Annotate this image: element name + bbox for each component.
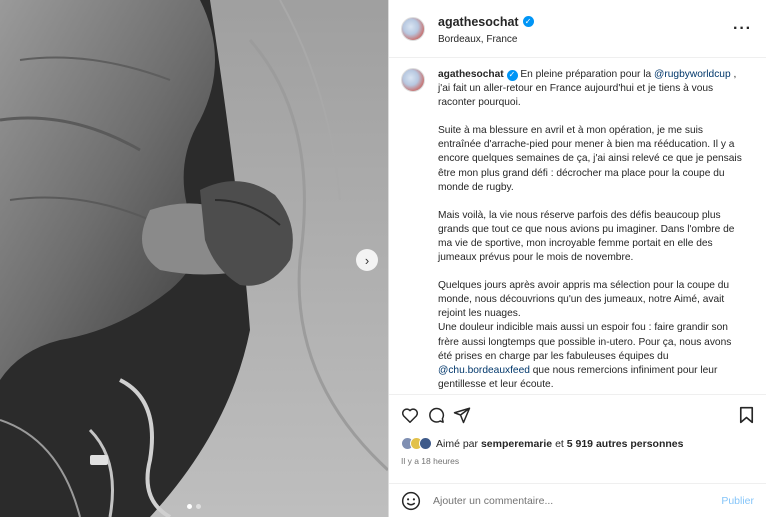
instagram-post-modal: › agathesochat ✓ Bordeaux, France ··· ag… xyxy=(0,0,766,517)
likes-connector: et xyxy=(552,437,567,450)
likes-prefix: Aimé par xyxy=(436,437,481,450)
header-username[interactable]: agathesochat ✓ xyxy=(438,15,534,29)
header-text: agathesochat ✓ Bordeaux, France xyxy=(438,13,733,45)
caption-text: Une douleur indicible mais aussi un espo… xyxy=(438,322,732,362)
comments-area: agathesochat ✓ En pleine préparation pou… xyxy=(389,58,766,394)
caption-paragraph: agathesochat ✓ En pleine préparation pou… xyxy=(438,68,743,110)
avatar[interactable] xyxy=(401,68,425,92)
avatar[interactable] xyxy=(401,16,425,41)
caption-paragraph: Quelques jours après avoir appris ma sél… xyxy=(438,279,743,392)
liker-username[interactable]: semperemarie xyxy=(481,438,552,450)
post-header: agathesochat ✓ Bordeaux, France ··· xyxy=(389,0,766,58)
caption-paragraph: Mais voilà, la vie nous réserve parfois … xyxy=(438,209,735,264)
caption-username[interactable]: agathesochat xyxy=(438,69,504,80)
avatar xyxy=(419,437,432,450)
emoji-icon[interactable] xyxy=(401,491,421,511)
comment-input[interactable] xyxy=(433,494,722,507)
caption-text: Quelques jours après avoir appris ma sél… xyxy=(438,280,730,320)
likes-summary: Aimé par semperemarie et 5 919 autres pe… xyxy=(401,437,754,450)
mention-link[interactable]: @chu.bordeauxfeed xyxy=(438,365,530,376)
post-side-panel: agathesochat ✓ Bordeaux, France ··· agat… xyxy=(388,0,766,517)
action-icons xyxy=(401,403,754,427)
post-timestamp[interactable]: Il y a 18 heures xyxy=(401,456,754,466)
verified-badge-icon: ✓ xyxy=(506,69,518,81)
post-photo[interactable]: › xyxy=(0,0,388,517)
next-photo-button[interactable]: › xyxy=(356,249,378,271)
publish-button[interactable]: Publier xyxy=(721,495,754,507)
likes-count[interactable]: 5 919 autres personnes xyxy=(567,438,684,450)
likes-text[interactable]: Aimé par semperemarie et 5 919 autres pe… xyxy=(436,438,683,450)
comment-icon[interactable] xyxy=(427,404,453,426)
verified-badge-icon: ✓ xyxy=(522,16,534,27)
caption-paragraph: Suite à ma blessure en avril et à mon op… xyxy=(438,125,742,193)
bookmark-icon[interactable] xyxy=(728,404,754,426)
caption-row: agathesochat ✓ En pleine préparation pou… xyxy=(401,68,752,394)
chevron-right-icon: › xyxy=(364,252,370,268)
username-text[interactable]: agathesochat xyxy=(438,15,519,29)
carousel-indicator xyxy=(0,504,388,509)
caption-text: En pleine préparation pour la xyxy=(520,69,655,80)
post-location[interactable]: Bordeaux, France xyxy=(438,34,733,45)
carousel-dot xyxy=(196,504,201,509)
photo-image xyxy=(0,0,388,517)
heart-icon[interactable] xyxy=(401,404,427,426)
send-icon[interactable] xyxy=(453,404,479,426)
comment-bar: Publier xyxy=(389,483,766,517)
more-horizontal-icon[interactable]: ··· xyxy=(733,20,752,38)
post-caption: agathesochat ✓ En pleine préparation pou… xyxy=(438,68,743,394)
carousel-dot xyxy=(187,504,192,509)
mention-link[interactable]: @rugbyworldcup xyxy=(654,69,731,80)
